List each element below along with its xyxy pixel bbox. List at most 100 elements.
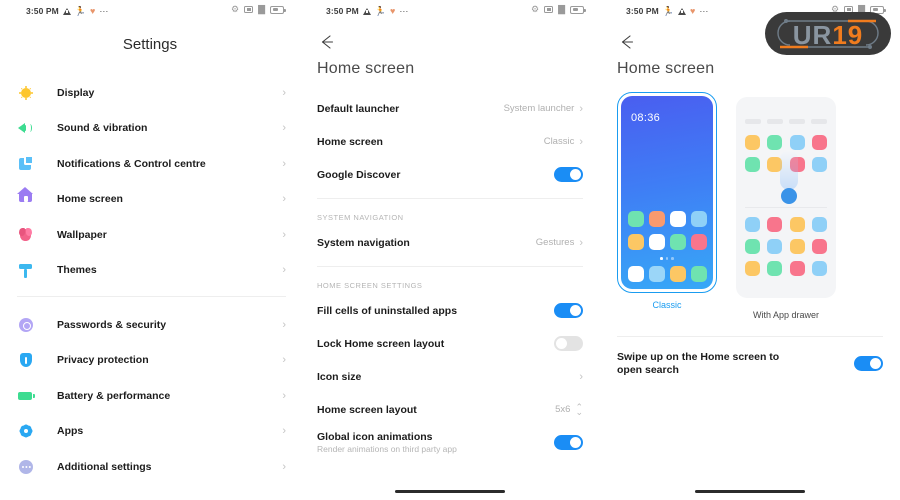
toggle-fill-cells[interactable]	[554, 303, 583, 318]
toggle-knob	[570, 305, 581, 316]
settings-group-two: Passwords & security › Privacy protectio…	[0, 307, 300, 485]
sidebar-item-display[interactable]: Display ›	[0, 75, 300, 111]
row-system-navigation[interactable]: System navigation Gestures ›	[317, 226, 583, 259]
row-value: Classic	[543, 136, 575, 147]
notifications-icon	[17, 154, 35, 173]
row-label: Default launcher	[317, 102, 400, 115]
running-person-icon: 🏃	[74, 5, 87, 16]
status-bar: 3:50 PM 🏃 ♥ ⋯ ⚙︎ ▇	[0, 0, 300, 22]
status-time: 3:50 PM	[326, 6, 359, 16]
back-arrow-icon[interactable]	[317, 32, 337, 52]
row-label: Global icon animations	[317, 431, 433, 443]
row-sublabel: Render animations on third party app	[317, 444, 457, 454]
row-home-screen[interactable]: Home screen Classic ›	[317, 125, 583, 158]
toggle-google-discover[interactable]	[554, 167, 583, 182]
more-dots-icon: ⋯	[699, 6, 710, 16]
section-header-home-screen-settings: HOME SCREEN SETTINGS	[317, 281, 423, 290]
row-value-group: 5x6 ⌃ ⌄	[555, 402, 583, 416]
row-label: System navigation	[317, 236, 410, 249]
list-item-label: Display	[57, 86, 95, 99]
sidebar-item-wallpaper[interactable]: Wallpaper ›	[0, 217, 300, 253]
status-bar-left: 3:50 PM 🏃 ♥ ⋯	[26, 6, 109, 16]
panel-home-screen: 3:50 PM 🏃 ♥ ⋯ ⚙︎ ▇ Home screen Default l…	[300, 0, 600, 500]
toggle-knob	[556, 338, 567, 349]
row-value: System launcher	[503, 103, 575, 114]
swipe-gesture-dot	[781, 188, 797, 204]
row-value: 5x6	[555, 404, 571, 415]
row-label: Google Discover	[317, 168, 401, 181]
preview-app-row	[745, 261, 827, 276]
chevron-right-icon: ›	[282, 193, 286, 206]
option-classic[interactable]: 08:36 Classic	[617, 92, 717, 320]
list-item-label: Additional settings	[57, 460, 152, 473]
wifi-icon: ▇	[258, 4, 265, 14]
option-with-app-drawer[interactable]: With App drawer	[731, 92, 841, 320]
apps-icon	[17, 422, 35, 440]
toggle-knob	[570, 169, 581, 180]
warning-triangle-icon	[678, 7, 687, 15]
privacy-icon	[17, 351, 35, 369]
sidebar-item-sound[interactable]: Sound & vibration ›	[0, 111, 300, 147]
more-dots-icon: ⋯	[99, 6, 110, 16]
toggle-knob	[570, 437, 581, 448]
sidebar-item-passwords[interactable]: Passwords & security ›	[0, 307, 300, 343]
battery-icon	[570, 5, 586, 14]
section-header-system-navigation: SYSTEM NAVIGATION	[317, 213, 404, 222]
themes-icon	[17, 261, 35, 279]
toggle-swipe-up-search[interactable]	[854, 356, 883, 371]
chevron-right-icon: ›	[282, 354, 286, 367]
list-item-label: Apps	[57, 425, 84, 438]
heart-icon: ♥	[390, 5, 396, 16]
row-swipe-up-search[interactable]: Swipe up on the Home screen to open sear…	[617, 347, 883, 380]
list-item-label: Notifications & Control centre	[57, 157, 206, 170]
row-home-screen-layout[interactable]: Home screen layout 5x6 ⌃ ⌄	[317, 393, 583, 426]
back-arrow-icon[interactable]	[617, 32, 637, 52]
chevron-right-icon: ›	[579, 370, 583, 383]
section-divider	[617, 336, 883, 337]
page-title: Settings	[122, 36, 178, 53]
toggle-lock-layout[interactable]	[554, 336, 583, 351]
row-lock-layout[interactable]: Lock Home screen layout	[317, 327, 583, 360]
sidebar-item-privacy[interactable]: Privacy protection ›	[0, 343, 300, 379]
list-item-label: Home screen	[57, 193, 123, 206]
row-fill-cells[interactable]: Fill cells of uninstalled apps	[317, 294, 583, 327]
warning-triangle-icon	[362, 7, 371, 15]
row-label: Home screen	[317, 135, 383, 148]
preview-page-dots	[621, 257, 713, 260]
home-screen-top-rows: Default launcher System launcher › Home …	[300, 92, 600, 459]
vibrate-icon	[244, 6, 254, 13]
row-global-icon-animations[interactable]: Global icon animations Render animations…	[317, 426, 583, 459]
settings-group-one: Display › Sound & vibration › Notificati…	[0, 75, 300, 288]
row-default-launcher[interactable]: Default launcher System launcher ›	[317, 92, 583, 125]
sidebar-item-battery[interactable]: Battery & performance ›	[0, 378, 300, 414]
screenshot-root: 3:50 PM 🏃 ♥ ⋯ ⚙︎ ▇ Settings Display › So…	[0, 0, 900, 500]
home-indicator[interactable]	[395, 490, 505, 493]
chevron-right-icon: ›	[282, 425, 286, 438]
row-value-group: System launcher ›	[504, 103, 583, 115]
selection-ring-placeholder	[731, 92, 841, 303]
row-icon-size[interactable]: Icon size ›	[317, 360, 583, 393]
list-item-label: Themes	[57, 264, 97, 277]
wifi-icon: ▇	[558, 4, 565, 14]
status-bar-left: 3:50 PM 🏃 ♥ ⋯	[326, 6, 409, 16]
chevron-right-icon: ›	[282, 318, 286, 331]
sidebar-item-home-screen[interactable]: Home screen ›	[0, 182, 300, 218]
chevron-right-icon: ›	[282, 157, 286, 170]
toggle-global-icon-animations[interactable]	[554, 435, 583, 450]
status-bar-right: ⚙︎ ▇	[231, 4, 286, 14]
preview-widget-row	[745, 119, 827, 124]
row-google-discover[interactable]: Google Discover	[317, 158, 583, 191]
selection-ring: 08:36	[617, 92, 717, 293]
watermark-logo: UR19	[764, 10, 892, 57]
row-value-group: Classic ›	[544, 136, 583, 148]
row-value-group: Gestures ›	[536, 237, 583, 249]
sidebar-item-additional-settings[interactable]: Additional settings ›	[0, 449, 300, 485]
stepper-icon[interactable]: ⌃ ⌄	[575, 402, 583, 416]
status-time: 3:50 PM	[626, 6, 659, 16]
sidebar-item-notifications[interactable]: Notifications & Control centre ›	[0, 146, 300, 182]
section-divider	[317, 198, 583, 199]
battery-icon	[270, 5, 286, 14]
sidebar-item-apps[interactable]: Apps ›	[0, 414, 300, 450]
home-indicator[interactable]	[695, 490, 805, 493]
sidebar-item-themes[interactable]: Themes ›	[0, 253, 300, 289]
